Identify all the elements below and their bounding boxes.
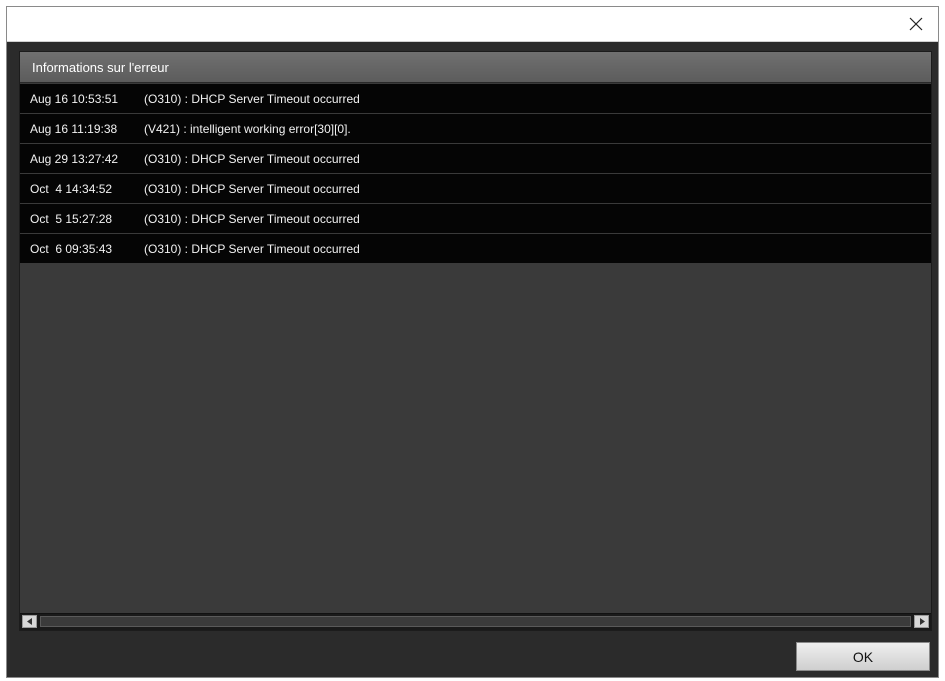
error-timestamp: Oct 5 15:27:28: [30, 212, 113, 226]
error-message: (O310) : DHCP Server Timeout occurred: [144, 92, 360, 106]
error-row[interactable]: Oct 5 15:27:28 (O310) : DHCP Server Time…: [20, 204, 931, 234]
close-button[interactable]: [894, 7, 938, 41]
error-row[interactable]: Oct 6 09:35:43 (O310) : DHCP Server Time…: [20, 234, 931, 264]
error-list[interactable]: Aug 16 10:53:51 (O310) : DHCP Server Tim…: [20, 84, 931, 264]
close-icon: [909, 17, 923, 31]
error-timestamp: Aug 29 13:27:42: [30, 152, 119, 166]
error-message: (O310) : DHCP Server Timeout occurred: [144, 242, 360, 256]
error-timestamp: Oct 6 09:35:43: [30, 242, 113, 256]
error-timestamp: Aug 16 11:19:38: [30, 122, 118, 136]
ok-button[interactable]: OK: [796, 642, 930, 671]
error-message: (O310) : DHCP Server Timeout occurred: [144, 182, 360, 196]
error-info-panel: Informations sur l'erreur Aug 16 10:53:5…: [19, 51, 932, 631]
error-message: (V421) : intelligent working error[30][0…: [144, 122, 351, 136]
panel-title: Informations sur l'erreur: [32, 60, 169, 75]
panel-header: Informations sur l'erreur: [20, 52, 931, 83]
arrow-right-icon: [919, 618, 925, 625]
scrollbar-thumb[interactable]: [40, 616, 911, 627]
error-message: (O310) : DHCP Server Timeout occurred: [144, 152, 360, 166]
arrow-left-icon: [26, 618, 32, 625]
scroll-left-button[interactable]: [22, 615, 37, 628]
error-row[interactable]: Aug 29 13:27:42 (O310) : DHCP Server Tim…: [20, 144, 931, 174]
error-row[interactable]: Oct 4 14:34:52 (O310) : DHCP Server Time…: [20, 174, 931, 204]
error-message: (O310) : DHCP Server Timeout occurred: [144, 212, 360, 226]
error-timestamp: Oct 4 14:34:52: [30, 182, 113, 196]
horizontal-scrollbar[interactable]: [20, 613, 931, 630]
scroll-right-button[interactable]: [914, 615, 929, 628]
error-row[interactable]: Aug 16 10:53:51 (O310) : DHCP Server Tim…: [20, 84, 931, 114]
error-dialog: Informations sur l'erreur Aug 16 10:53:5…: [6, 6, 939, 678]
error-row[interactable]: Aug 16 11:19:38 (V421) : intelligent wor…: [20, 114, 931, 144]
title-bar[interactable]: [7, 7, 938, 42]
error-timestamp: Aug 16 10:53:51: [30, 92, 119, 106]
